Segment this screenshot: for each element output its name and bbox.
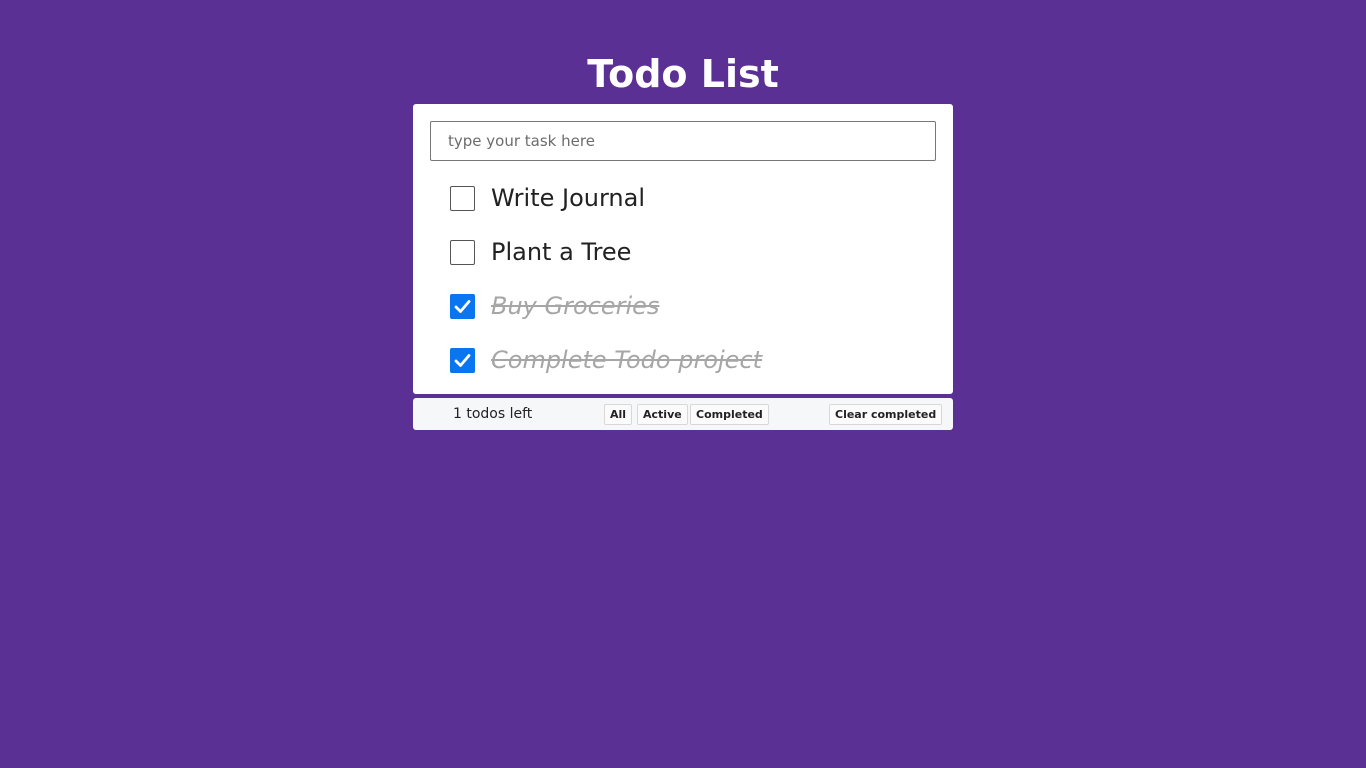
task-input[interactable] <box>430 121 936 161</box>
todo-item: Buy Groceries <box>413 279 953 333</box>
todo-checkbox-checked[interactable] <box>450 293 475 319</box>
todo-checkbox[interactable] <box>450 239 475 265</box>
page-title: Todo List <box>587 52 779 96</box>
todo-text-completed[interactable]: Buy Groceries <box>491 292 659 320</box>
todo-footer: 1 todos left All Active Completed Clear … <box>413 398 953 430</box>
todo-card: Write Journal Plant a Tree Buy Groceries… <box>413 104 953 394</box>
filter-all-button[interactable]: All <box>604 404 633 425</box>
todo-item: Write Journal <box>413 171 953 225</box>
todo-list: Write Journal Plant a Tree Buy Groceries… <box>413 171 953 387</box>
filter-completed-button[interactable]: Completed <box>690 404 769 425</box>
todo-checkbox-checked[interactable] <box>450 347 475 373</box>
checkmark-icon <box>454 353 471 367</box>
todo-item: Plant a Tree <box>413 225 953 279</box>
todo-text-completed[interactable]: Complete Todo project <box>491 346 762 374</box>
clear-completed-button[interactable]: Clear completed <box>829 404 943 425</box>
checkmark-icon <box>454 299 471 313</box>
todo-item: Complete Todo project <box>413 333 953 387</box>
filter-active-button[interactable]: Active <box>637 404 688 425</box>
todo-text[interactable]: Plant a Tree <box>491 238 631 266</box>
todo-text[interactable]: Write Journal <box>491 184 645 212</box>
todos-left-count: 1 todos left <box>453 406 533 422</box>
todo-checkbox[interactable] <box>450 185 475 211</box>
